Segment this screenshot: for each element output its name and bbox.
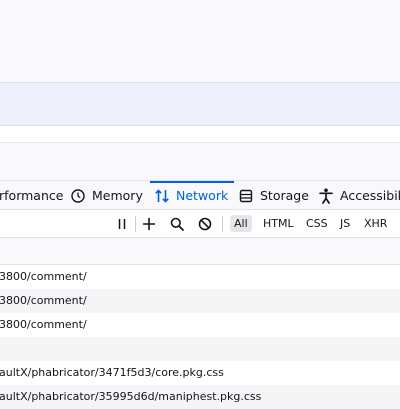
- network-arrows-icon: [154, 188, 170, 204]
- filter-xhr[interactable]: XHR: [360, 215, 391, 232]
- request-url: aultX/phabricator/3471f5d3/core.pkg.css: [0, 366, 224, 379]
- pause-icon[interactable]: [114, 216, 130, 232]
- storage-icon: [238, 188, 254, 204]
- highlighted-region: [0, 83, 400, 125]
- request-row[interactable]: aultX/phabricator/35995d6d/maniphest.pkg…: [0, 385, 400, 409]
- request-url: 3800/comment/: [0, 318, 87, 331]
- tab-label: Accessibilit: [340, 188, 400, 203]
- filter-css[interactable]: CSS: [302, 215, 332, 232]
- request-row[interactable]: 3800/comment/: [0, 265, 400, 289]
- accessibility-icon: [318, 188, 334, 204]
- browser-top-area: [0, 0, 400, 82]
- tab-label: Memory: [92, 188, 143, 203]
- request-row[interactable]: 3800/comment/: [0, 289, 400, 313]
- devtools-tab-bar: rformance Memory Network Storage Accessi…: [0, 180, 400, 210]
- request-row[interactable]: 3800/comment/: [0, 313, 400, 337]
- tab-label: rformance: [0, 188, 64, 203]
- tab-performance[interactable]: rformance: [0, 181, 63, 210]
- toolbar-separator: [135, 216, 136, 232]
- filter-js[interactable]: JS: [336, 215, 354, 232]
- request-url: 3800/comment/: [0, 294, 87, 307]
- search-icon[interactable]: [169, 216, 185, 232]
- request-row[interactable]: [0, 337, 400, 361]
- request-url: 3800/comment/: [0, 270, 87, 283]
- tab-label: Network: [176, 188, 229, 203]
- tab-memory[interactable]: Memory: [70, 181, 143, 210]
- tab-network[interactable]: Network: [149, 181, 235, 210]
- request-row[interactable]: aultX/phabricator/3471f5d3/core.pkg.css: [0, 361, 400, 385]
- memory-icon: [70, 188, 86, 204]
- request-list-header: [0, 238, 400, 265]
- blank-region: [0, 126, 400, 142]
- tab-storage[interactable]: Storage: [238, 181, 309, 210]
- filter-html[interactable]: HTML: [259, 215, 298, 232]
- request-url: aultX/phabricator/35995d6d/maniphest.pkg…: [0, 390, 262, 403]
- filter-all[interactable]: All: [230, 215, 252, 232]
- plus-icon[interactable]: [141, 216, 157, 232]
- toolbar-separator: [222, 216, 223, 232]
- block-icon[interactable]: [197, 216, 213, 232]
- network-toolbar: All HTML CSS JS XHR: [0, 210, 400, 238]
- tab-accessibility[interactable]: Accessibilit: [318, 181, 400, 210]
- tab-label: Storage: [260, 188, 309, 203]
- blank-region: [0, 143, 400, 180]
